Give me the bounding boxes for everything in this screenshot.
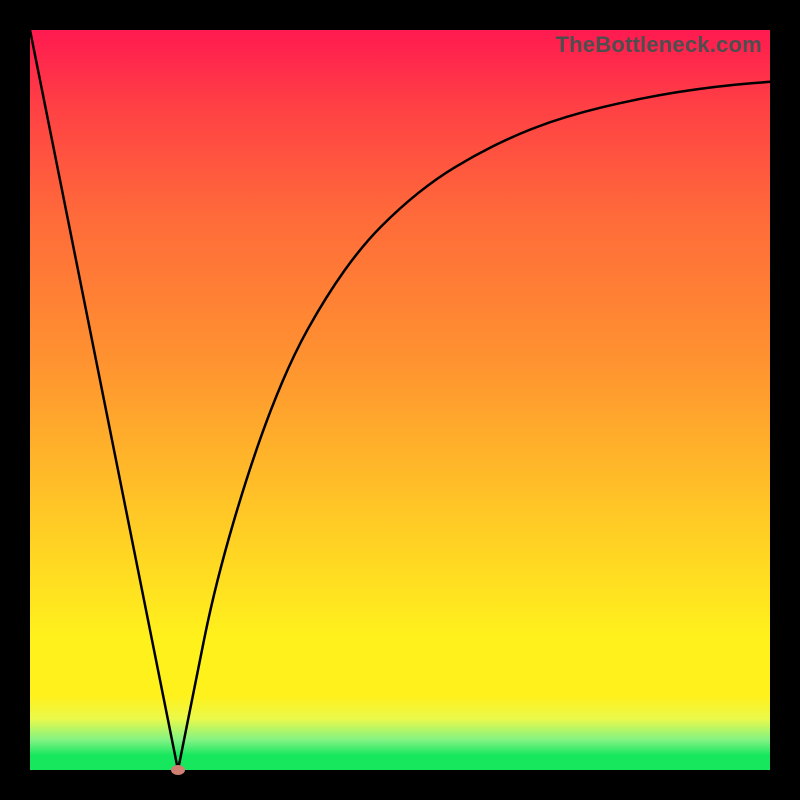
bottleneck-curve: [30, 30, 770, 770]
plot-area: TheBottleneck.com: [30, 30, 770, 770]
minimum-marker: [171, 765, 185, 775]
chart-frame: TheBottleneck.com: [0, 0, 800, 800]
